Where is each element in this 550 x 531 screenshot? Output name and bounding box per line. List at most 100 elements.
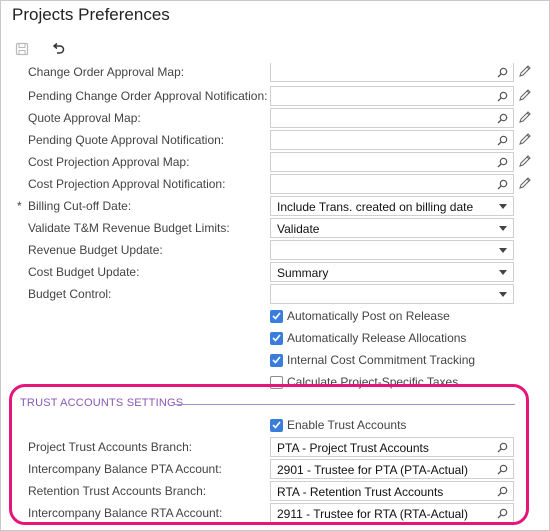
search-icon[interactable]	[495, 65, 510, 80]
field-label: Pending Change Order Approval Notificati…	[28, 89, 268, 103]
pending-quote-notification-row: Pending Quote Approval Notification:	[0, 129, 550, 151]
search-icon[interactable]	[495, 111, 510, 126]
checkbox-label: Internal Cost Commitment Tracking	[287, 353, 476, 367]
budget-control-row: Budget Control:	[0, 283, 550, 305]
edit-pencil-icon[interactable]	[518, 154, 532, 168]
field-label: Quote Approval Map:	[28, 111, 141, 125]
field-label: Cost Budget Update:	[28, 265, 140, 279]
validate-tm-select[interactable]: Validate	[270, 218, 514, 238]
field-label: Budget Control:	[28, 287, 112, 301]
select-value: Validate	[277, 222, 320, 236]
checkbox-label: Automatically Release Allocations	[287, 331, 467, 345]
cost-projection-notification-field[interactable]	[270, 174, 514, 194]
field-value: PTA - Project Trust Accounts	[277, 441, 429, 455]
ic-rta-account-field[interactable]: 2911 - Trustee for RTA (RTA-Actual)	[270, 503, 514, 523]
calc-taxes-row: Calculate Project-Specific Taxes	[0, 371, 550, 393]
rta-branch-field[interactable]: RTA - Retention Trust Accounts	[270, 481, 514, 501]
trust-accounts-section-header: TRUST ACCOUNTS SETTINGS	[20, 397, 184, 409]
cost-budget-update-select[interactable]: Summary	[270, 262, 514, 282]
select-value: Include Trans. created on billing date	[277, 200, 474, 214]
checkbox-checked-icon[interactable]	[270, 353, 283, 367]
search-icon[interactable]	[495, 506, 510, 521]
section-divider	[175, 404, 515, 405]
search-icon[interactable]	[495, 155, 510, 170]
search-icon[interactable]	[495, 89, 510, 104]
cost-projection-map-row: Cost Projection Approval Map:	[0, 151, 550, 173]
pta-branch-field[interactable]: PTA - Project Trust Accounts	[270, 437, 514, 457]
checkbox-unchecked-icon[interactable]	[270, 375, 283, 389]
field-label: Retention Trust Accounts Branch:	[28, 484, 207, 498]
field-label: Cost Projection Approval Map:	[28, 155, 190, 169]
auto-post-checkbox[interactable]: Automatically Post on Release	[270, 309, 450, 323]
enable-trust-accounts-checkbox[interactable]: Enable Trust Accounts	[270, 418, 406, 432]
preferences-form: Change Order Approval Map: Pending Chang…	[0, 63, 550, 531]
field-value: 2901 - Trustee for PTA (PTA-Actual)	[277, 463, 468, 477]
chevron-down-icon[interactable]	[495, 287, 510, 302]
ic-rta-account-row: Intercompany Balance RTA Account: 2911 -…	[0, 502, 550, 524]
field-label: Project Trust Accounts Branch:	[28, 440, 193, 454]
search-icon[interactable]	[495, 440, 510, 455]
field-label: Cost Projection Approval Notification:	[28, 177, 226, 191]
change-order-approval-map-field[interactable]	[270, 63, 514, 82]
field-label: Intercompany Balance PTA Account:	[28, 462, 222, 476]
rta-branch-row: Retention Trust Accounts Branch: RTA - R…	[0, 480, 550, 502]
revenue-budget-update-select[interactable]	[270, 240, 514, 260]
ic-pta-account-field[interactable]: 2901 - Trustee for PTA (PTA-Actual)	[270, 459, 514, 479]
checkbox-checked-icon[interactable]	[270, 331, 283, 345]
search-icon[interactable]	[495, 462, 510, 477]
save-icon[interactable]	[11, 38, 33, 60]
calc-taxes-checkbox[interactable]: Calculate Project-Specific Taxes	[270, 375, 458, 389]
pending-change-order-notification-field[interactable]	[270, 86, 514, 106]
page-title: Projects Preferences	[12, 5, 170, 24]
enable-trust-row: Enable Trust Accounts	[0, 414, 550, 436]
billing-cutoff-select[interactable]: Include Trans. created on billing date	[270, 196, 514, 216]
field-label: Intercompany Balance RTA Account:	[28, 506, 223, 520]
cost-projection-map-field[interactable]	[270, 152, 514, 172]
select-value: Summary	[277, 266, 329, 280]
checkbox-label: Calculate Project-Specific Taxes	[287, 375, 459, 389]
field-value: 2911 - Trustee for RTA (RTA-Actual)	[277, 507, 468, 521]
field-label: Validate T&M Revenue Budget Limits:	[28, 221, 230, 235]
field-label: Change Order Approval Map:	[28, 65, 185, 79]
cost-projection-notification-row: Cost Projection Approval Notification:	[0, 173, 550, 195]
chevron-down-icon[interactable]	[495, 221, 510, 236]
cost-budget-update-row: Cost Budget Update: Summary	[0, 261, 550, 283]
chevron-down-icon[interactable]	[495, 199, 510, 214]
auto-release-checkbox[interactable]: Automatically Release Allocations	[270, 331, 466, 345]
toolbar	[0, 34, 550, 64]
edit-pencil-icon[interactable]	[518, 64, 532, 78]
change-order-approval-map-row: Change Order Approval Map:	[0, 63, 550, 83]
auto-release-row: Automatically Release Allocations	[0, 327, 550, 349]
chevron-down-icon[interactable]	[495, 243, 510, 258]
revenue-budget-update-row: Revenue Budget Update:	[0, 239, 550, 261]
checkbox-label: Enable Trust Accounts	[287, 418, 407, 432]
pta-branch-row: Project Trust Accounts Branch: PTA - Pro…	[0, 436, 550, 458]
quote-approval-map-field[interactable]	[270, 108, 514, 128]
field-label: Revenue Budget Update:	[28, 243, 163, 257]
validate-tm-row: Validate T&M Revenue Budget Limits: Vali…	[0, 217, 550, 239]
required-marker: *	[17, 199, 22, 213]
checkbox-checked-icon[interactable]	[270, 309, 283, 323]
search-icon[interactable]	[495, 177, 510, 192]
internal-cost-checkbox[interactable]: Internal Cost Commitment Tracking	[270, 353, 475, 367]
search-icon[interactable]	[495, 484, 510, 499]
internal-cost-row: Internal Cost Commitment Tracking	[0, 349, 550, 371]
edit-pencil-icon[interactable]	[518, 132, 532, 146]
budget-control-select[interactable]	[270, 284, 514, 304]
chevron-down-icon[interactable]	[495, 265, 510, 280]
field-label: Billing Cut-off Date:	[28, 199, 132, 213]
search-icon[interactable]	[495, 133, 510, 148]
billing-cutoff-row: * Billing Cut-off Date: Include Trans. c…	[0, 195, 550, 217]
field-value: RTA - Retention Trust Accounts	[277, 485, 444, 499]
checkbox-label: Automatically Post on Release	[287, 309, 450, 323]
edit-pencil-icon[interactable]	[518, 110, 532, 124]
undo-icon[interactable]	[47, 38, 69, 60]
checkbox-checked-icon[interactable]	[270, 418, 283, 432]
ic-pta-account-row: Intercompany Balance PTA Account: 2901 -…	[0, 458, 550, 480]
pending-change-order-notification-row: Pending Change Order Approval Notificati…	[0, 85, 550, 107]
pending-quote-notification-field[interactable]	[270, 130, 514, 150]
edit-pencil-icon[interactable]	[518, 88, 532, 102]
field-label: Pending Quote Approval Notification:	[28, 133, 225, 147]
quote-approval-map-row: Quote Approval Map:	[0, 107, 550, 129]
edit-pencil-icon[interactable]	[518, 176, 532, 190]
